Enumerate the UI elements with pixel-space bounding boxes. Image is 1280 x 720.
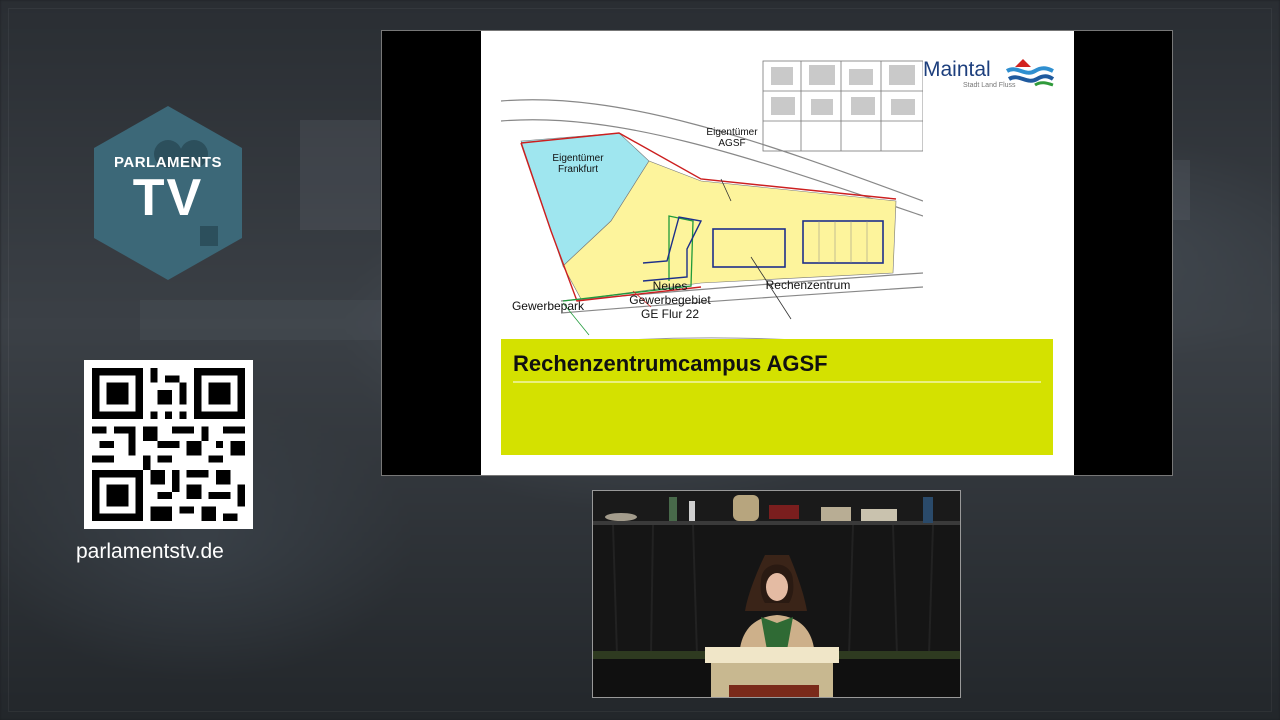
map-label-business-park: Gewerbepark: [511, 299, 585, 313]
slide-title-box: Rechenzentrumcampus AGSF: [501, 339, 1053, 455]
label-line: Gewerbegebiet: [629, 293, 711, 307]
label-line: Eigentümer: [552, 153, 604, 164]
label-line: GE Flur 22: [640, 307, 700, 321]
label-line: AGSF: [718, 138, 746, 149]
qr-code: [84, 360, 253, 529]
background-shape: [300, 120, 380, 230]
parlaments-tv-logo: PARLAMENTS TV: [90, 104, 246, 282]
speaker-camera-feed: [592, 490, 961, 698]
maintal-wave-icon: [1005, 59, 1055, 87]
website-url: parlamentstv.de: [76, 540, 224, 563]
map-label-data-center: Rechenzentrum: [765, 278, 851, 292]
map-label-owner-agsf: Eigentümer AGSF: [697, 127, 767, 149]
label-line: Neues: [652, 279, 688, 293]
maintal-brand: Maintal Stadt Land Fluss: [923, 55, 1063, 95]
title-underline: [513, 381, 1041, 383]
map-label-new-business-area: Neues Gewerbegebiet GE Flur 22: [615, 279, 725, 321]
label-line: Frankfurt: [557, 164, 598, 175]
brand-name: Maintal: [923, 58, 991, 81]
map-label-owner-frankfurt: Eigentümer Frankfurt: [543, 153, 613, 175]
logo-text-large: TV: [132, 169, 204, 227]
presentation-slide: Eigentümer AGSF Eigentümer Frankfurt Gew…: [481, 31, 1074, 475]
speaker-video-frame: [593, 491, 960, 697]
presentation-panel: Eigentümer AGSF Eigentümer Frankfurt Gew…: [381, 30, 1173, 476]
slide-title: Rechenzentrumcampus AGSF: [513, 351, 828, 376]
label-line: Eigentümer: [706, 127, 758, 138]
